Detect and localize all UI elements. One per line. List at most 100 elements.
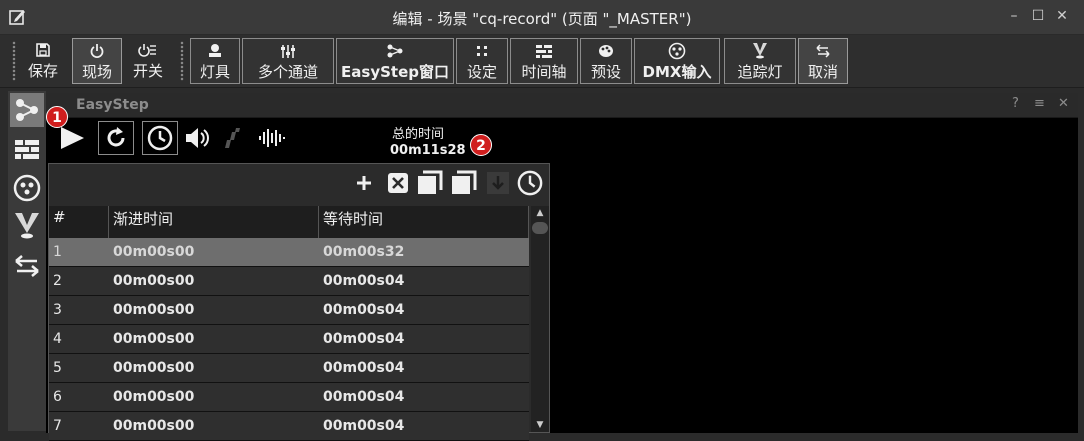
insert-step-button[interactable] (485, 170, 511, 196)
loop-button[interactable] (98, 121, 134, 155)
dock-easystep-button[interactable] (10, 93, 44, 127)
fixture-icon (209, 44, 221, 57)
switch-button[interactable]: 开关 (126, 38, 170, 84)
dock-swap-button[interactable] (10, 249, 44, 283)
minimize-icon[interactable]: – (1004, 6, 1024, 26)
fade-time-cell[interactable]: 00m00s00 (109, 383, 319, 411)
sound-button[interactable] (182, 121, 214, 155)
table-row[interactable]: 7 00m00s00 00m00s04 (49, 412, 529, 441)
dmx-input-button[interactable]: DMX输入 (634, 38, 720, 84)
easystep-window-label: EasyStep窗口 (341, 63, 449, 81)
save-button[interactable]: 保存 (22, 38, 64, 84)
waveform-icon (259, 129, 285, 147)
live-button[interactable]: 现场 (72, 38, 122, 84)
swap-arrows-icon (15, 255, 39, 277)
table-row[interactable]: 6 00m00s00 00m00s04 (49, 383, 529, 412)
scroll-up-icon[interactable]: ▲ (531, 208, 549, 218)
scrollbar-thumb[interactable] (532, 222, 548, 234)
speaker-icon (186, 128, 209, 148)
delete-step-button[interactable] (385, 170, 411, 196)
step-timing-button[interactable] (517, 170, 543, 196)
add-step-button[interactable] (351, 170, 377, 196)
table-row[interactable]: 2 00m00s00 00m00s04 (49, 267, 529, 296)
wait-time-cell[interactable]: 00m00s04 (319, 383, 529, 411)
table-row[interactable]: 4 00m00s00 00m00s04 (49, 325, 529, 354)
fixtures-label: 灯具 (199, 63, 230, 81)
wait-time-cell[interactable]: 00m00s32 (319, 238, 529, 266)
level-button[interactable] (218, 121, 250, 155)
copy-step-button[interactable] (417, 170, 443, 196)
wait-time-cell[interactable]: 00m00s04 (319, 412, 529, 440)
audio-wave-button[interactable] (256, 121, 288, 155)
column-header-fade-time[interactable]: 渐进时间 (109, 206, 319, 238)
level-meter-icon (225, 128, 240, 148)
easystep-icon (387, 44, 403, 58)
tracking-label: 追踪灯 (737, 63, 783, 81)
delete-icon (388, 173, 408, 193)
table-scrollbar[interactable]: ▲ ▼ (531, 206, 549, 432)
dock-tracking-button[interactable] (10, 209, 44, 243)
wait-time-cell[interactable]: 00m00s04 (319, 267, 529, 295)
table-row[interactable]: 1 00m00s00 00m00s32 (49, 238, 529, 267)
plus-icon (357, 176, 371, 190)
palette-icon (599, 45, 613, 57)
fade-time-cell[interactable]: 00m00s00 (109, 412, 319, 440)
steps-panel: # 渐进时间 等待时间 1 00m00s00 00m00s32 2 00m00s… (48, 163, 550, 441)
presets-button[interactable]: 预设 (580, 38, 632, 84)
steps-toolbar (329, 164, 549, 200)
loop-icon (107, 127, 125, 147)
paste-icon (452, 170, 477, 194)
fade-time-cell[interactable]: 00m00s00 (109, 296, 319, 324)
toolbar-grip[interactable] (12, 41, 16, 81)
settings-button[interactable]: 设定 (456, 38, 508, 84)
clock-icon (147, 125, 173, 151)
window-title: 编辑 - 场景 "cq-record" (页面 "_MASTER") (392, 10, 692, 28)
fade-time-cell[interactable]: 00m00s00 (109, 325, 319, 353)
wait-time-cell[interactable]: 00m00s04 (319, 354, 529, 382)
step-number: 5 (53, 360, 62, 376)
close-icon[interactable]: ✕ (1052, 6, 1072, 26)
wait-time-cell[interactable]: 00m00s04 (319, 325, 529, 353)
power-icon (90, 44, 104, 58)
channels-label: 多个通道 (257, 63, 318, 81)
scroll-down-icon[interactable]: ▼ (531, 420, 549, 430)
menu-icon[interactable]: ≡ (1034, 96, 1045, 111)
easystep-panel: EasyStep ? ≡ ✕ 1 总的时间 00m11s28 2 # 渐进时间 … (46, 93, 1078, 441)
undo-button[interactable]: 取消 (798, 38, 848, 84)
close-panel-icon[interactable]: ✕ (1058, 96, 1069, 111)
column-header-wait-time[interactable]: 等待时间 (319, 206, 529, 238)
clock-icon (517, 170, 543, 196)
table-row[interactable]: 3 00m00s00 00m00s04 (49, 296, 529, 325)
fade-time-cell[interactable]: 00m00s00 (109, 267, 319, 295)
tracking-button[interactable]: 追踪灯 (724, 38, 796, 84)
table-row[interactable]: 5 00m00s00 00m00s04 (49, 354, 529, 383)
easystep-window-button[interactable]: EasyStep窗口 (336, 38, 454, 84)
timeline-button[interactable]: 时间轴 (510, 38, 578, 84)
live-label: 现场 (81, 63, 112, 81)
fade-time-cell[interactable]: 00m00s00 (109, 354, 319, 382)
step-number: 2 (53, 273, 62, 289)
wait-time-cell[interactable]: 00m00s04 (319, 296, 529, 324)
settings-icon (477, 46, 487, 56)
paste-step-button[interactable] (451, 170, 477, 196)
total-time-label: 总的时间 (392, 127, 445, 142)
presets-label: 预设 (590, 63, 621, 81)
left-dock (8, 91, 46, 431)
dock-dmx-button[interactable] (10, 171, 44, 205)
timing-button[interactable] (142, 121, 178, 155)
column-header-number[interactable]: # (49, 206, 109, 238)
fixtures-button[interactable]: 灯具 (190, 38, 240, 84)
maximize-icon[interactable]: ☐ (1028, 6, 1048, 26)
toolbar-grip[interactable] (180, 41, 184, 81)
panel-title: EasyStep (76, 97, 149, 113)
play-button[interactable] (56, 121, 88, 155)
play-icon (61, 127, 84, 149)
save-icon (36, 43, 50, 57)
fade-time-cell[interactable]: 00m00s00 (109, 238, 319, 266)
panel-header: EasyStep ? ≡ ✕ (46, 93, 1078, 118)
channels-button[interactable]: 多个通道 (242, 38, 334, 84)
help-icon[interactable]: ? (1012, 96, 1019, 111)
undo-icon (816, 44, 830, 58)
step-number: 1 (53, 244, 62, 260)
dock-timeline-button[interactable] (10, 133, 44, 167)
